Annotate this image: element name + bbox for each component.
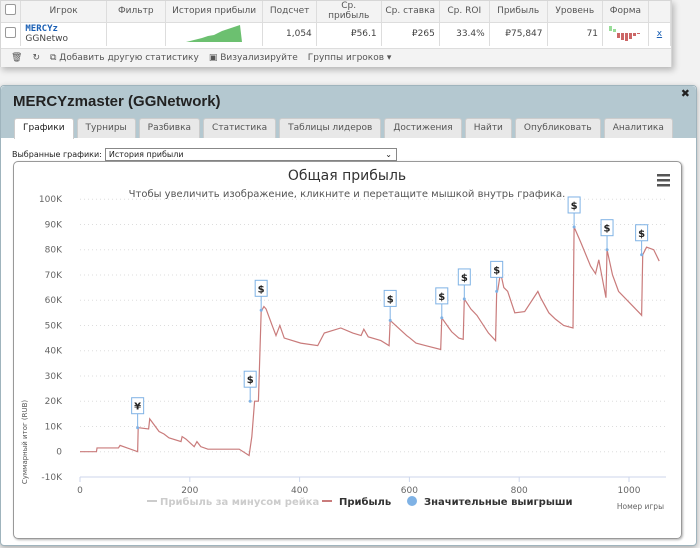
player-network: GGNetwo [25,34,69,45]
level-value: 71 [547,22,604,46]
trash-icon[interactable]: 🗑 [11,53,22,63]
legend-wins[interactable]: Значительные выигрыши [424,497,573,508]
col-avg-profit[interactable]: Ср. прибыль [316,1,382,23]
tab-leaderboards[interactable]: Таблицы лидеров [279,118,382,138]
tab-achievements[interactable]: Достижения [384,118,462,138]
y-tick-label: -10K [41,473,63,483]
win-flag-symbol: $ [493,265,500,276]
remove-row-link[interactable]: x [657,29,662,39]
win-flag-symbol: $ [461,273,468,284]
refresh-icon[interactable]: ↻ [32,53,40,63]
add-stat-button[interactable]: ⧉ Добавить другую статистику [50,53,199,63]
tab-tournaments[interactable]: Турниры [76,118,136,138]
col-form[interactable]: Форма [602,1,649,23]
profit-chart[interactable]: Общая прибыль Чтобы увеличить изображение… [14,162,681,538]
visualize-button[interactable]: ▣ Визуализируйте [209,53,298,63]
win-point [136,426,140,430]
win-point [572,225,576,229]
player-groups-dropdown[interactable]: Группы игроков ▾ [308,53,392,63]
col-profit[interactable]: Прибыль [489,1,548,23]
x-axis-label: Номер игры [617,502,664,511]
avg-stake-value: ₽265 [381,22,440,46]
legend-wins-swatch [407,496,417,506]
win-flag-symbol: ¥ [134,402,141,413]
tab-statistics[interactable]: Статистика [203,118,277,138]
tab-bar: Графики Турниры Разбивка Статистика Табл… [14,118,673,139]
y-tick-label: 80K [45,246,63,256]
tab-analytics[interactable]: Аналитика [603,118,673,138]
win-point [440,316,444,320]
x-tick-label: 200 [181,486,198,496]
col-profit-history[interactable]: История прибыли [165,1,264,23]
win-point [388,318,392,322]
table-row: MERCYz GGNetwo 1,054 ₽56.1 ₽265 33.4% ₽75… [1,22,672,46]
tab-publish[interactable]: Опубликовать [514,118,601,138]
y-tick-label: 70K [45,271,63,281]
y-axis-label: Суммарный итог (RUB) [21,400,29,485]
legend-profit[interactable]: Прибыль [339,496,391,508]
win-flag-symbol: $ [247,375,254,386]
col-count[interactable]: Подсчет [262,1,317,23]
x-tick-label: 1000 [618,486,641,496]
x-tick-label: 0 [77,486,83,496]
tab-find[interactable]: Найти [464,118,512,138]
y-tick-label: 10K [45,422,63,432]
x-tick-label: 800 [511,486,528,496]
y-tick-label: 20K [45,397,63,407]
win-flag-symbol: $ [438,292,445,303]
tab-charts[interactable]: Графики [14,118,74,139]
x-tick-label: 400 [291,486,308,496]
player-dialog: MERCYzmaster (GGNetwork) ✖ Графики Турни… [0,85,697,546]
select-label: Выбранные графики: [12,150,102,159]
chart-title: Общая прибыль [288,168,406,184]
avg-profit-value: ₽56.1 [316,22,382,46]
y-tick-label: 100K [39,195,63,205]
form-chart [602,22,649,46]
col-player[interactable]: Игрок [20,1,107,23]
dialog-title: MERCYzmaster (GGNetwork) [13,93,221,110]
profit-line [80,226,660,457]
win-flag-symbol: $ [604,224,611,235]
table-toolbar: 🗑 ↻ ⧉ Добавить другую статистику ▣ Визуа… [1,48,671,67]
x-tick-label: 600 [401,486,418,496]
select-all-header[interactable] [1,1,22,23]
y-tick-label: 30K [45,372,63,382]
y-tick-label: 90K [45,220,63,230]
profit-value: ₽75,847 [489,22,548,46]
win-point [605,248,609,252]
menu-icon[interactable] [657,174,670,187]
tab-breakdown[interactable]: Разбивка [138,118,201,138]
chart-container[interactable]: Общая прибыль Чтобы увеличить изображение… [13,161,682,539]
avg-roi-value: 33.4% [439,22,490,46]
win-point [640,253,644,257]
chevron-down-icon: ⌄ [385,150,392,159]
col-avg-roi[interactable]: Ср. ROI [439,1,490,23]
col-avg-stake[interactable]: Ср. ставка [381,1,440,23]
legend-rake[interactable]: Прибыль за минусом рейка [160,496,319,508]
win-point [462,297,466,301]
close-icon[interactable]: ✖ [681,87,690,100]
stats-table-panel: Игрок Фильтр История прибыли Подсчет Ср.… [0,0,672,67]
y-tick-label: 0 [56,448,62,458]
player-name-link[interactable]: MERCYz [25,24,101,34]
win-flag-symbol: $ [387,294,394,305]
stats-table: Игрок Фильтр История прибыли Подсчет Ср.… [1,1,672,46]
select-all-checkbox[interactable] [5,4,17,16]
col-level[interactable]: Уровень [547,1,604,23]
chart-subtitle: Чтобы увеличить изображение, кликните и … [129,189,566,200]
win-point [495,289,499,293]
win-flag-symbol: $ [258,284,265,295]
count-value: 1,054 [262,22,317,46]
chart-select[interactable]: История прибыли ⌄ [104,148,397,161]
y-tick-label: 60K [45,296,63,306]
win-flag-symbol: $ [571,201,578,212]
col-filter[interactable]: Фильтр [106,1,166,23]
row-checkbox[interactable] [5,27,17,39]
y-tick-label: 40K [45,347,63,357]
win-flag-symbol: $ [638,229,645,240]
profit-sparkline [165,22,264,46]
win-point [248,399,252,403]
win-point [259,308,263,312]
y-tick-label: 50K [45,321,63,331]
